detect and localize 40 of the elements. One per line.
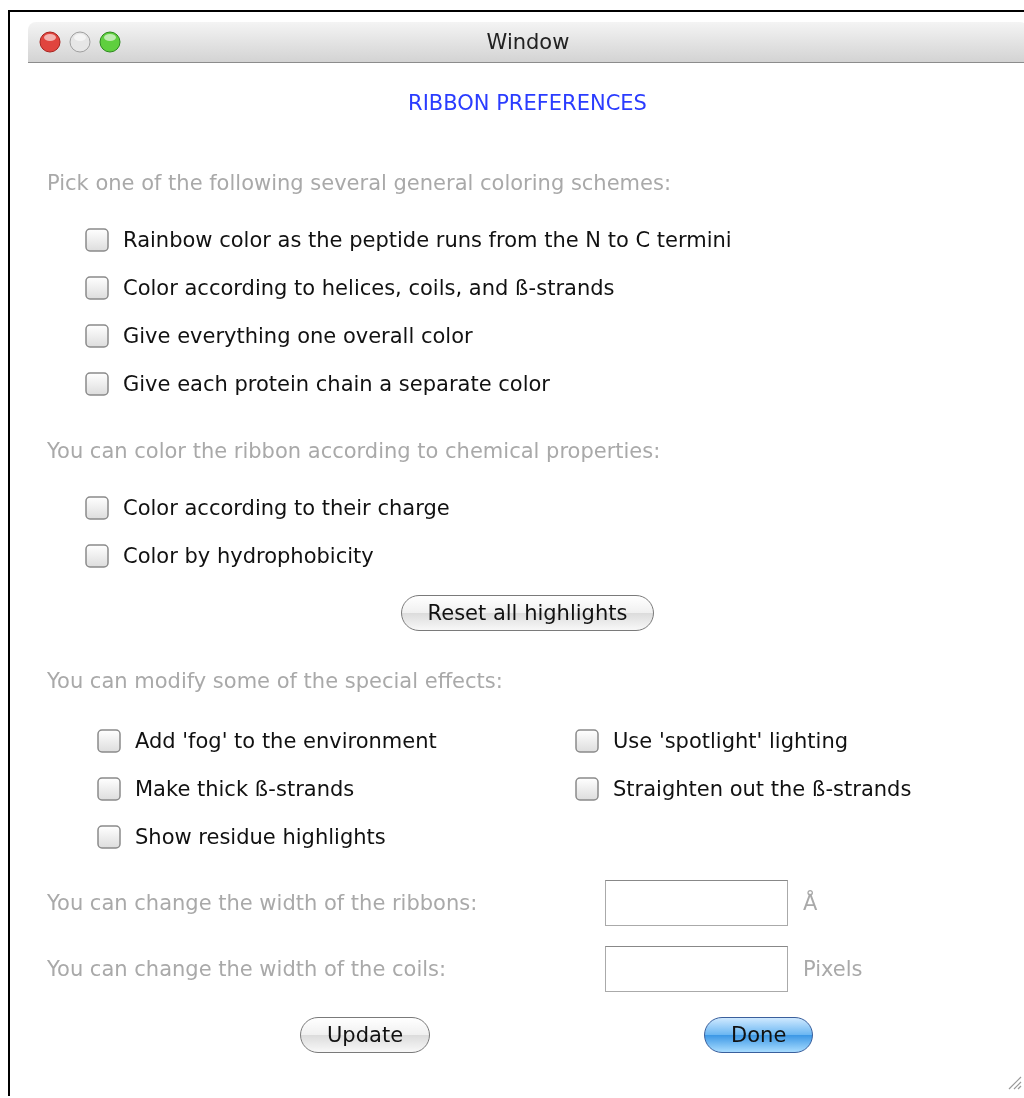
unit-label: Pixels <box>803 957 863 981</box>
section-label: Pick one of the following several general coloring schemes: <box>47 170 672 197</box>
checkbox-label: Give everything one overall color <box>123 324 473 348</box>
checkbox[interactable] <box>97 729 121 753</box>
checkbox[interactable] <box>575 729 599 753</box>
checkbox[interactable] <box>85 228 109 252</box>
input-field[interactable] <box>605 946 788 992</box>
checkbox-label: Use 'spotlight' lighting <box>613 729 849 753</box>
minimize-button[interactable] <box>69 31 91 53</box>
checkbox-label: Color by hydrophobicity <box>123 544 374 568</box>
resize-grip[interactable] <box>1006 1074 1022 1090</box>
checkbox-label: Make thick ß-strands <box>135 777 355 801</box>
checkbox-label: Add 'fog' to the environment <box>135 729 437 753</box>
zoom-button[interactable] <box>99 31 121 53</box>
checkbox-label: Show residue highlights <box>135 825 386 849</box>
checkbox-label: Give each protein chain a separate color <box>123 372 550 396</box>
close-button[interactable] <box>39 31 61 53</box>
unit-label: Å <box>803 891 818 915</box>
reset-button[interactable]: Reset all highlights <box>400 595 655 631</box>
section-label: You can color the ribbon according to chemical properties: <box>47 438 662 465</box>
checkbox[interactable] <box>85 496 109 520</box>
checkbox[interactable] <box>85 324 109 348</box>
update-button[interactable]: Update <box>300 1017 431 1053</box>
window-title: Window <box>486 30 570 54</box>
checkbox[interactable] <box>97 825 121 849</box>
checkbox-label: Straighten out the ß-strands <box>613 777 912 801</box>
section-label: You can modify some of the special effects: <box>47 668 504 695</box>
checkbox-label: Color according to their charge <box>123 496 450 520</box>
checkbox[interactable] <box>85 372 109 396</box>
heading: RIBBON PREFERENCES <box>407 90 648 117</box>
field-label: You can change the width of the coils: <box>47 956 448 983</box>
checkbox-label: Color according to helices, coils, and ß-strands <box>123 276 615 300</box>
field-label: You can change the width of the ribbons: <box>47 890 479 917</box>
checkbox[interactable] <box>575 777 599 801</box>
checkbox[interactable] <box>97 777 121 801</box>
checkbox-label: Rainbow color as the peptide runs from the N to C termini <box>123 228 732 252</box>
checkbox[interactable] <box>85 544 109 568</box>
done-button[interactable]: Done <box>704 1017 814 1053</box>
checkbox[interactable] <box>85 276 109 300</box>
input-field[interactable] <box>605 880 788 926</box>
